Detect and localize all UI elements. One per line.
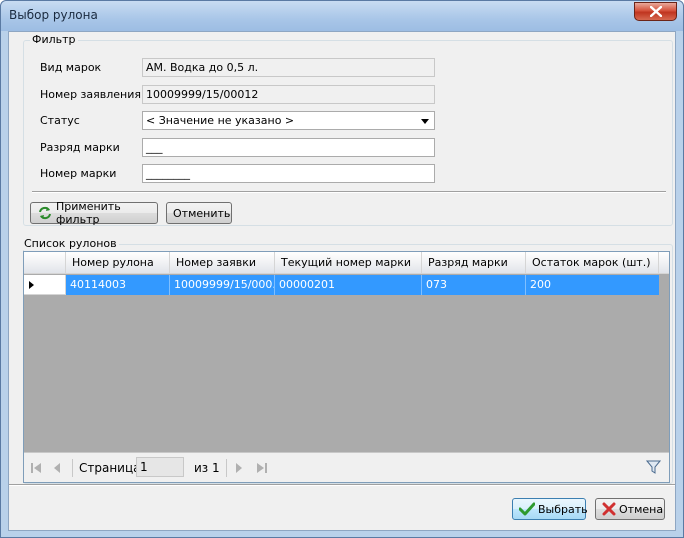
page-label: Страница: [79, 461, 141, 475]
rolls-group-title: Список рулонов: [22, 237, 119, 250]
cell-current-stamp-number[interactable]: 00000201: [275, 275, 422, 295]
grid-pager: Страница 1 из 1: [24, 452, 669, 482]
pager-separator: [226, 459, 227, 477]
cancel-button-label: Отмена: [619, 502, 664, 516]
next-page-icon[interactable]: [234, 462, 244, 474]
filter-icon[interactable]: [646, 460, 661, 475]
cancel-button[interactable]: Отмена: [595, 498, 665, 520]
close-icon: [649, 6, 662, 17]
apply-filter-button[interactable]: Применить фильтр: [30, 200, 158, 226]
apply-filter-label: Применить фильтр: [56, 200, 121, 226]
stamp-type-label: Вид марок: [40, 61, 102, 74]
title-bar[interactable]: Выбор рулона: [1, 1, 683, 31]
select-button-label: Выбрать: [538, 502, 588, 516]
first-page-icon[interactable]: [30, 462, 42, 474]
column-header-current-stamp-number[interactable]: Текущий номер марки: [275, 252, 422, 274]
footer-separator: [9, 484, 675, 486]
cell-roll-number[interactable]: 40114003: [66, 275, 170, 295]
stamp-number-label: Номер марки: [40, 167, 117, 180]
cell-stamp-range[interactable]: 073: [422, 275, 526, 295]
row-indicator[interactable]: [24, 275, 66, 295]
row-pointer-icon: [29, 281, 34, 289]
checkmark-icon: [519, 502, 535, 516]
column-header-roll-number[interactable]: Номер рулона: [66, 252, 170, 274]
column-header-stamps-remaining[interactable]: Остаток марок (шт.): [526, 252, 659, 274]
last-page-icon[interactable]: [256, 462, 268, 474]
filter-group-title: Фильтр: [30, 33, 78, 46]
cell-stamps-remaining[interactable]: 200: [526, 275, 659, 295]
select-button[interactable]: Выбрать: [512, 498, 588, 520]
rolls-grid[interactable]: Номер рулона Номер заявки Текущий номер …: [23, 251, 670, 483]
application-number-field: 10009999/15/00012: [142, 85, 435, 104]
close-button[interactable]: [634, 2, 677, 21]
stamp-range-input[interactable]: ___: [142, 138, 435, 157]
window-title: Выбор рулона: [9, 8, 98, 22]
stamp-number-input[interactable]: ________: [142, 164, 435, 183]
status-select-value: < Значение не указано >: [146, 114, 295, 127]
cancel-x-icon: [602, 502, 616, 516]
grid-header-corner: [24, 252, 66, 274]
stamp-type-field: АМ. Водка до 0,5 л.: [142, 58, 435, 77]
selected-row-cells[interactable]: 40114003 10009999/15/000... 00000201 073…: [66, 275, 659, 295]
column-header-application-number[interactable]: Номер заявки: [170, 252, 275, 274]
dialog-window: Выбор рулона Фильтр Вид марок АМ. Водка …: [0, 0, 684, 538]
column-header-stamp-range[interactable]: Разряд марки: [422, 252, 526, 274]
chevron-down-icon[interactable]: [421, 119, 429, 124]
grid-header: Номер рулона Номер заявки Текущий номер …: [24, 252, 669, 274]
refresh-icon: [37, 205, 53, 221]
cell-application-number[interactable]: 10009999/15/000...: [170, 275, 275, 295]
previous-page-icon[interactable]: [52, 462, 62, 474]
application-number-label: Номер заявления: [40, 88, 141, 101]
page-number-input[interactable]: 1: [136, 457, 184, 477]
pager-separator: [72, 459, 73, 477]
filter-group: Фильтр Вид марок АМ. Водка до 0,5 л. Ном…: [23, 33, 673, 226]
dialog-client-area: Фильтр Вид марок АМ. Водка до 0,5 л. Ном…: [8, 31, 676, 531]
cancel-filter-label: Отменить: [173, 206, 231, 220]
filter-separator: [32, 191, 666, 193]
total-pages: 1: [212, 461, 220, 475]
table-row[interactable]: 40114003 10009999/15/000... 00000201 073…: [24, 275, 669, 295]
of-label: из: [194, 461, 209, 475]
status-select[interactable]: < Значение не указано >: [142, 111, 435, 130]
stamp-range-label: Разряд марки: [40, 141, 120, 154]
cancel-filter-button[interactable]: Отменить: [166, 202, 232, 224]
status-label: Статус: [40, 114, 80, 127]
